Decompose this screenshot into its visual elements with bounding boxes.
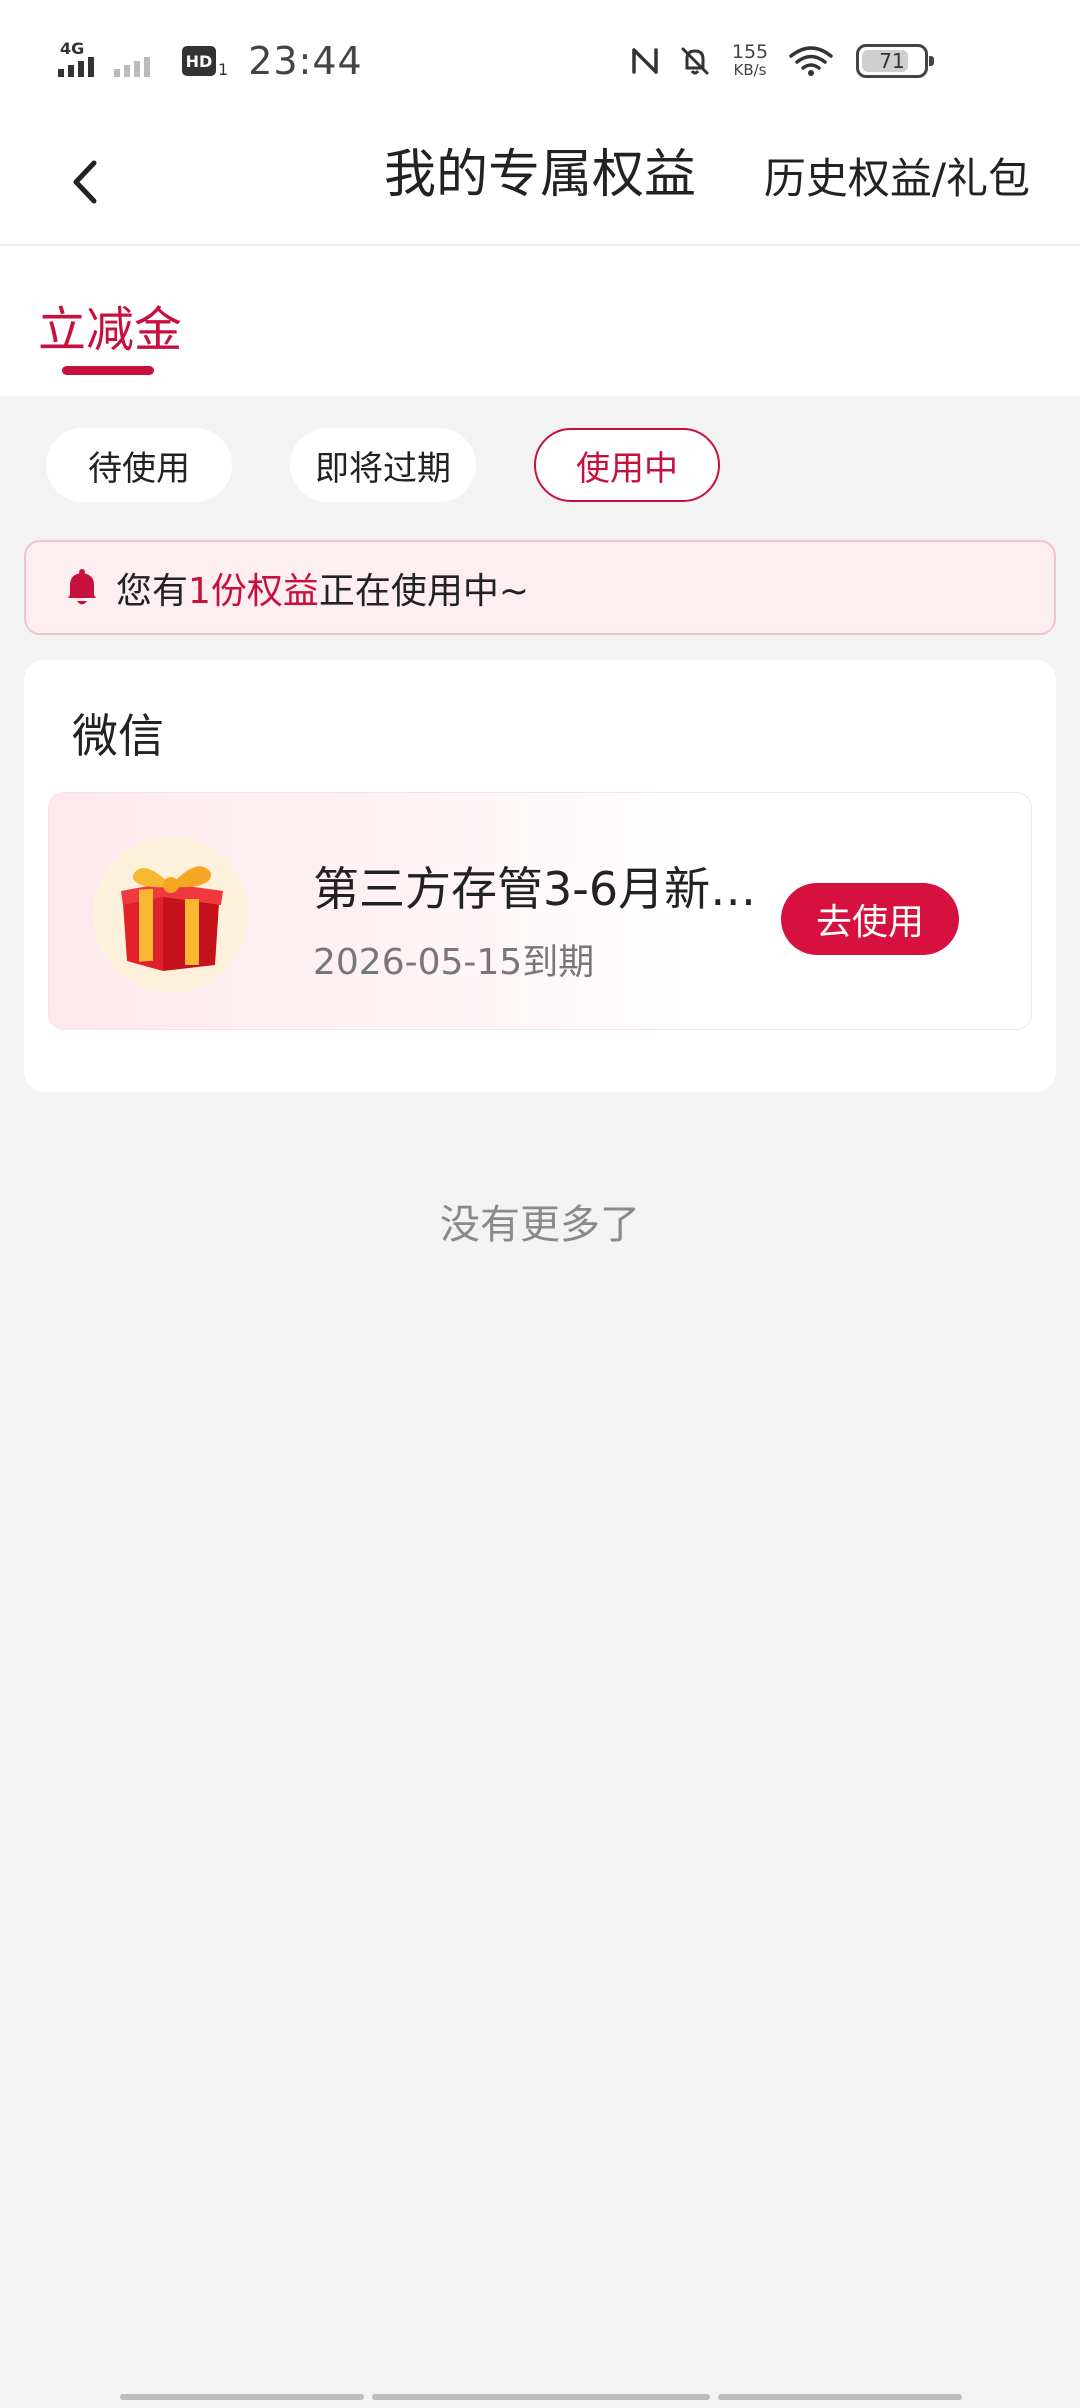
cellular-signal-2-icon [114, 41, 168, 81]
speed-value: 155 [731, 41, 769, 63]
notice-prefix: 您有 [116, 570, 189, 612]
notice-banner: 您有 1份权益 正在使用中~ [24, 540, 1056, 635]
network-type: 4G [60, 39, 85, 58]
cellular-signal-icon: 4G [58, 39, 104, 81]
no-more-text: 没有更多了 [440, 1202, 640, 1248]
gesture-navigation-bar[interactable] [120, 2394, 962, 2400]
history-benefits-link[interactable]: 历史权益/礼包 [764, 148, 1030, 210]
hd-sub: 1 [218, 59, 229, 79]
network-speed: 155 KB/s [728, 41, 772, 80]
bell-icon [68, 568, 96, 604]
status-filters: 待使用 即将过期 使用中 [46, 428, 720, 502]
tab-indicator [62, 366, 154, 375]
card-title: 微信 [72, 709, 164, 763]
benefit-item[interactable]: 第三方存管3-6月新… 2026-05-15到期 去使用 [48, 792, 1032, 1030]
nfc-icon [632, 48, 658, 74]
wifi-icon [789, 46, 833, 76]
hd-badge: HD [182, 46, 216, 76]
battery-level: 71 [879, 49, 905, 73]
chevron-left-icon [73, 160, 97, 204]
tab-instant-discount[interactable]: 立减金 [38, 290, 182, 360]
benefit-name: 第三方存管3-6月新… [313, 862, 757, 916]
filter-expiring[interactable]: 即将过期 [290, 428, 476, 502]
filter-pending[interactable]: 待使用 [46, 428, 232, 502]
notice-highlight: 1份权益 [188, 570, 319, 612]
status-bar: 4G HD 1 23:44 155 KB/s 71 [0, 0, 1080, 120]
speed-unit: KB/s [733, 61, 767, 79]
app-header: 我的专属权益 历史权益/礼包 [0, 120, 1080, 245]
battery-icon: 71 [856, 44, 934, 78]
filter-in-use[interactable]: 使用中 [534, 428, 720, 502]
mute-bell-icon [681, 47, 709, 75]
tab-bar: 立减金 [0, 246, 1080, 396]
status-time: 23:44 [248, 39, 363, 83]
gift-box-icon [93, 837, 249, 993]
benefit-expiry: 2026-05-15到期 [313, 942, 595, 983]
notice-suffix: 正在使用中~ [318, 570, 530, 612]
benefit-card: 微信 第三方存管3-6月新… 2026-05-15到期 去使用 [24, 660, 1056, 1092]
back-button[interactable] [54, 152, 114, 212]
use-button[interactable]: 去使用 [781, 883, 959, 955]
